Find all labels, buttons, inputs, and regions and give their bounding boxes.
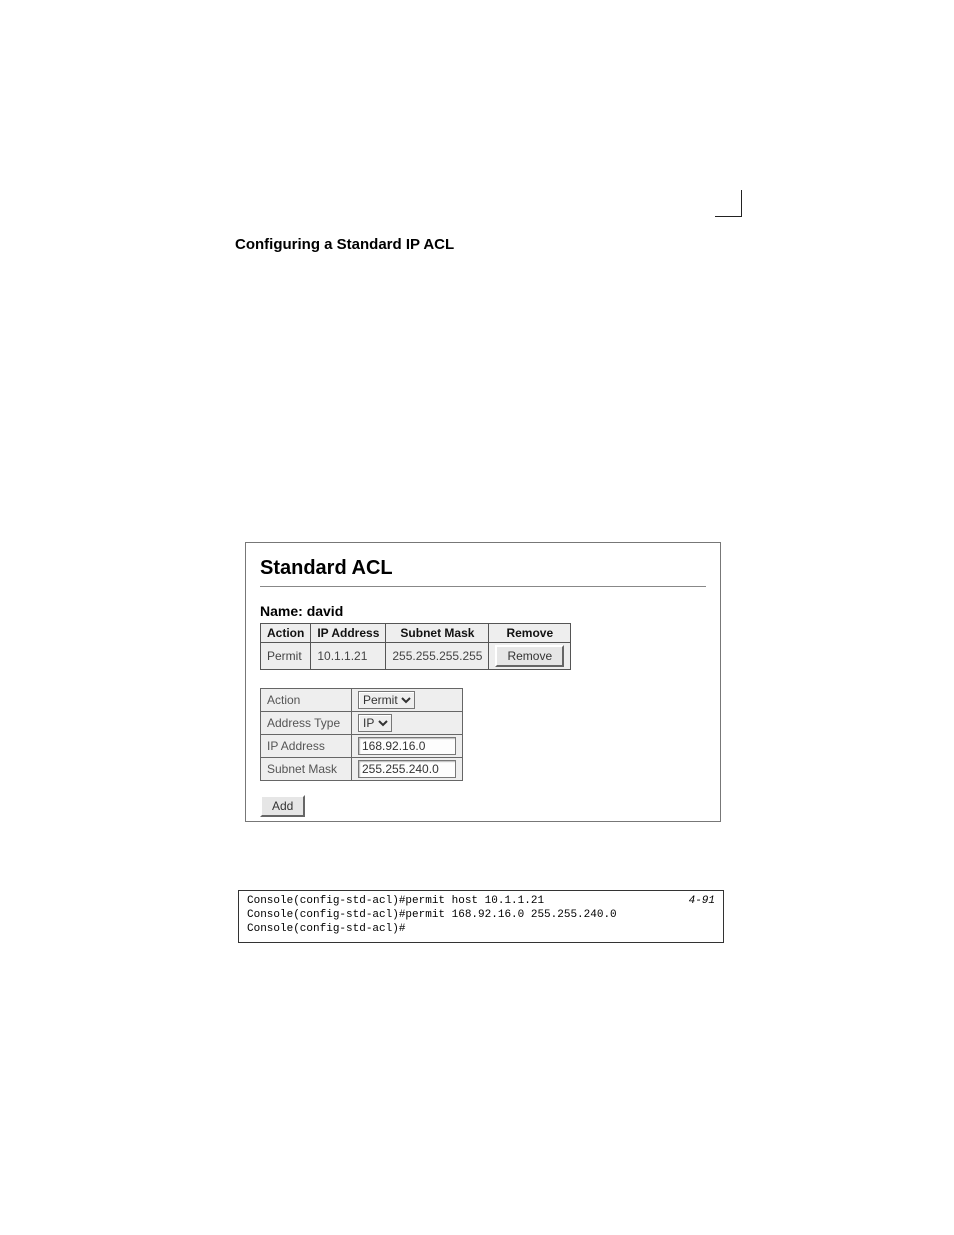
cli-line-1: Console(config-std-acl)#permit host 10.1… [247,895,544,907]
acl-name-line: Name: david [260,603,706,619]
field-ip-address [352,735,463,758]
cell-remove: Remove [489,643,571,670]
add-button[interactable]: Add [260,795,305,817]
cell-mask: 255.255.255.255 [386,643,489,670]
ip-address-input[interactable] [358,737,456,755]
field-subnet-mask [352,758,463,781]
rule-form: Action Permit Address Type IP IP Address [260,688,463,781]
page: Configuring a Standard IP ACL Standard A… [0,0,954,1235]
field-action: Permit [352,689,463,712]
cli-output: 4-91 Console(config-std-acl)#permit host … [238,890,724,943]
rules-table: Action IP Address Subnet Mask Remove Per… [260,623,571,670]
acl-name-label: Name: [260,603,307,619]
standard-acl-panel: Standard ACL Name: david Action IP Addre… [245,542,721,822]
action-select[interactable]: Permit [358,691,415,709]
add-button-wrap: Add [260,795,706,817]
subnet-mask-input[interactable] [358,760,456,778]
section-title: Configuring a Standard IP ACL [235,236,454,253]
crop-mark [715,190,742,217]
label-ip-address: IP Address [261,735,352,758]
cell-ip: 10.1.1.21 [311,643,386,670]
field-address-type: IP [352,712,463,735]
acl-name-value: david [307,603,344,619]
panel-divider [260,586,706,587]
remove-button[interactable]: Remove [495,645,564,667]
label-action: Action [261,689,352,712]
cli-line-2: Console(config-std-acl)#permit 168.92.16… [247,909,617,921]
col-action: Action [261,624,311,643]
table-header-row: Action IP Address Subnet Mask Remove [261,624,571,643]
label-address-type: Address Type [261,712,352,735]
col-mask: Subnet Mask [386,624,489,643]
cell-action: Permit [261,643,311,670]
cli-reference: 4-91 [689,895,715,909]
address-type-select[interactable]: IP [358,714,392,732]
col-ip: IP Address [311,624,386,643]
label-subnet-mask: Subnet Mask [261,758,352,781]
table-row: Permit 10.1.1.21 255.255.255.255 Remove [261,643,571,670]
col-remove: Remove [489,624,571,643]
panel-title: Standard ACL [260,557,706,580]
cli-line-3: Console(config-std-acl)# [247,923,405,935]
